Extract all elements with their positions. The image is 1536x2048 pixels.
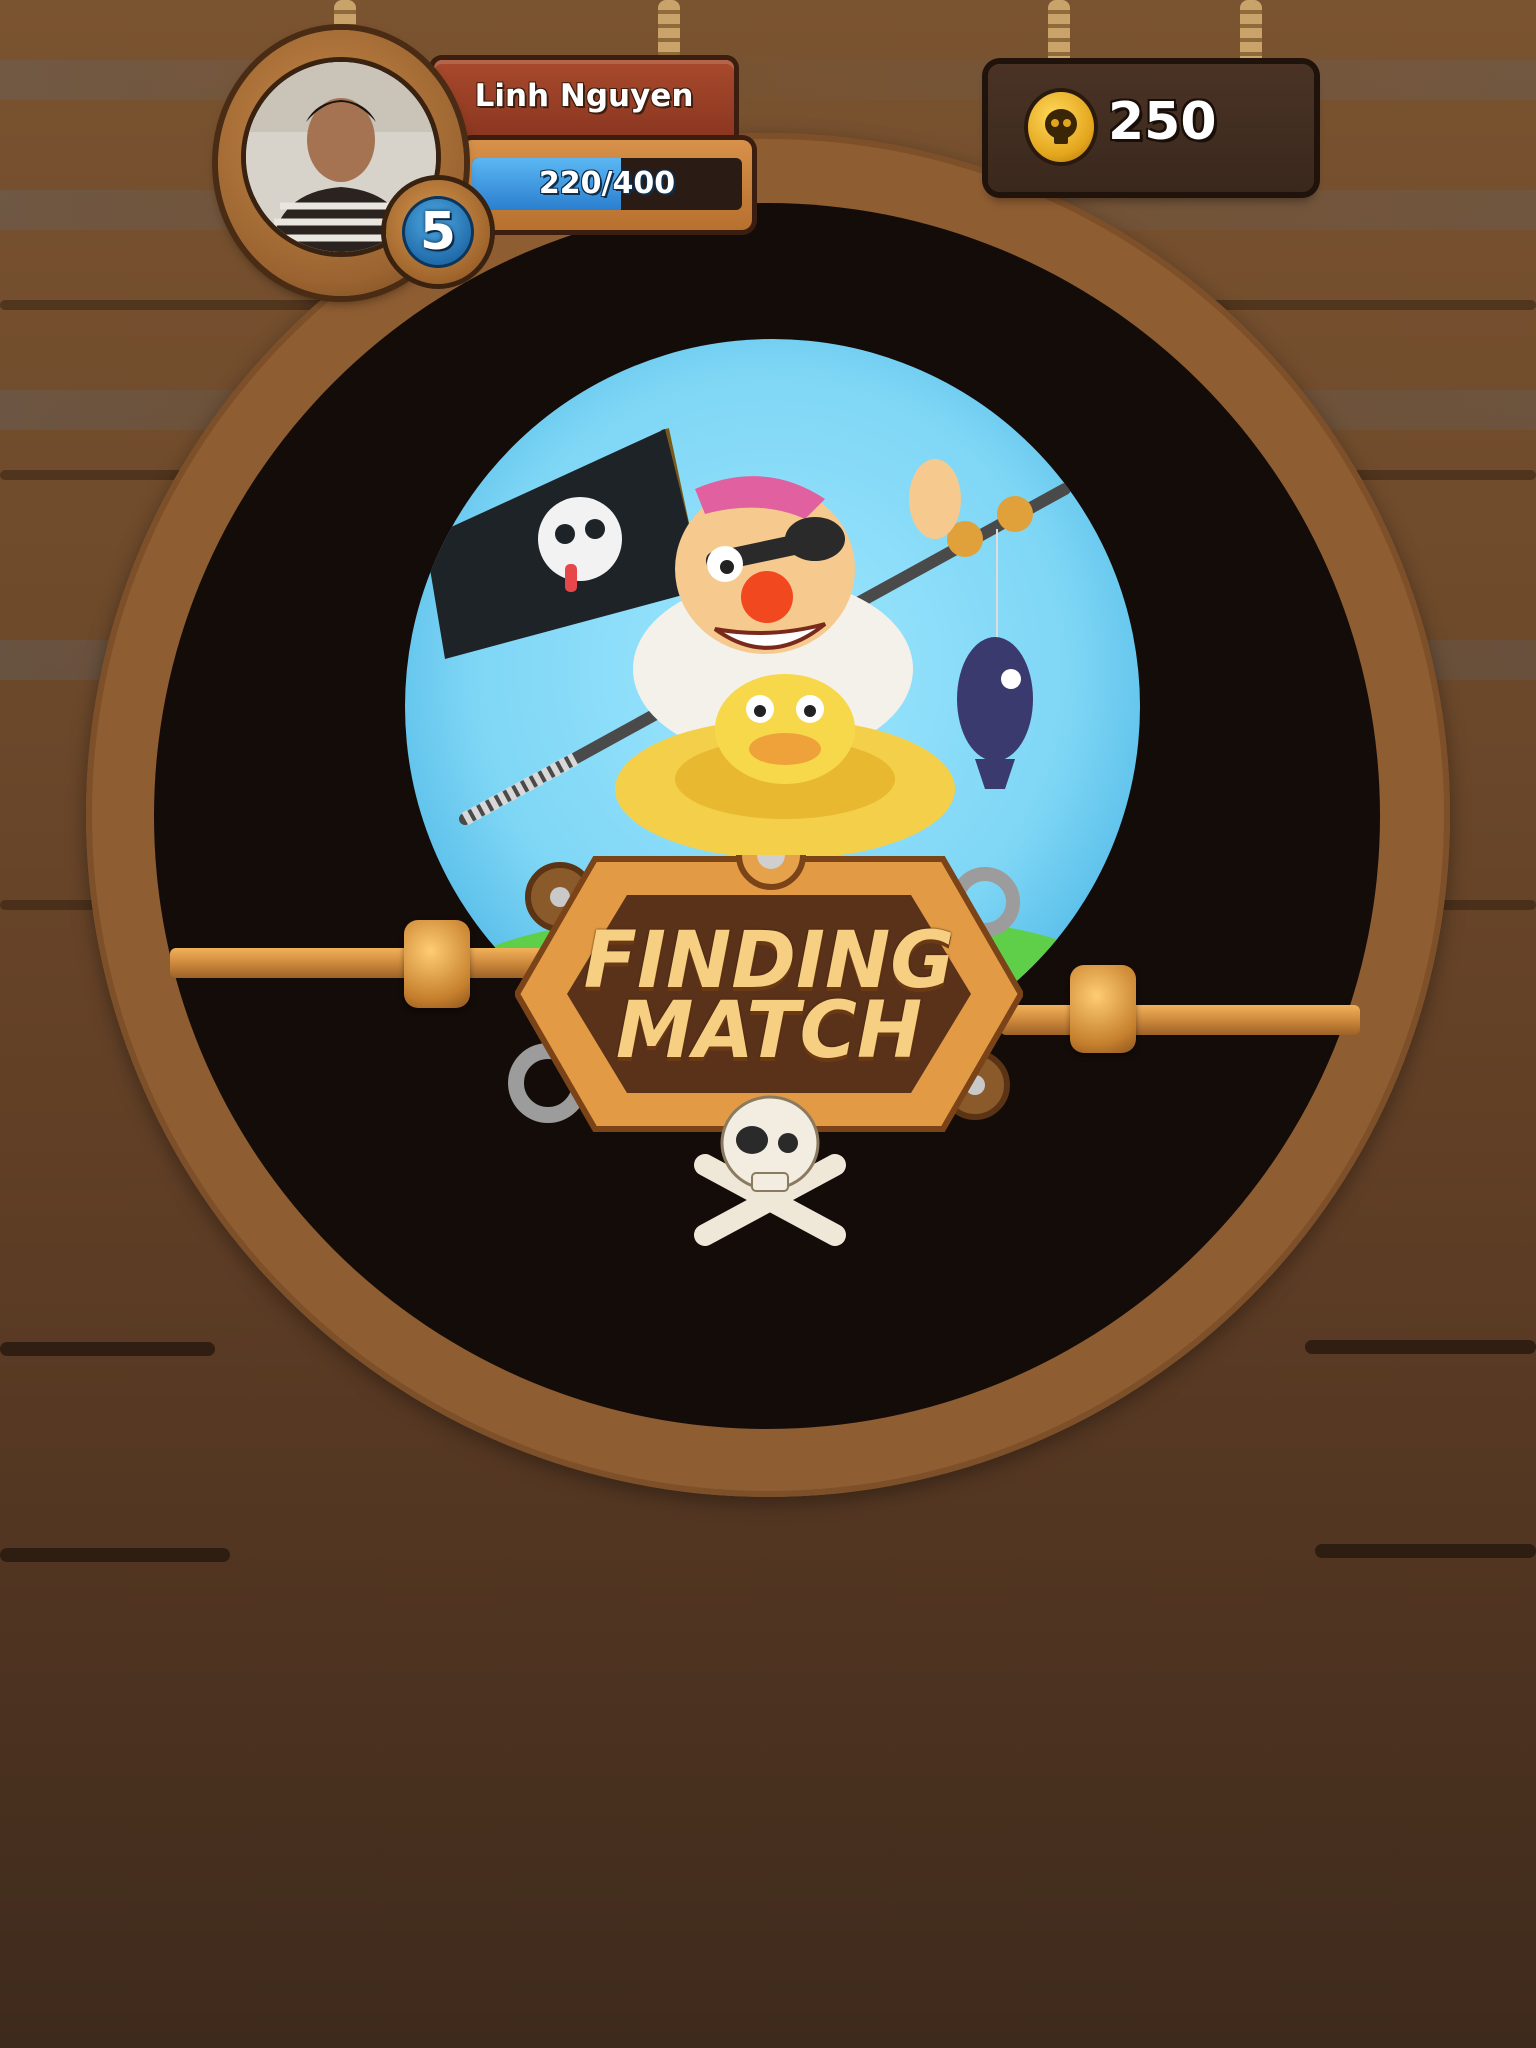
xp-track: 220/400	[472, 158, 742, 210]
skull-coin-icon	[1028, 92, 1094, 162]
status-line-2: MATCH	[615, 986, 923, 1076]
player-level: 5	[402, 196, 474, 268]
player-name-plate: Linh Nguyen	[434, 60, 734, 142]
coin-count: 250	[1108, 92, 1217, 152]
currency-panel[interactable]: 250	[988, 64, 1314, 192]
player-name: Linh Nguyen	[474, 78, 694, 114]
level-badge: 5	[386, 180, 490, 284]
xp-bar: 220/400	[462, 140, 752, 230]
skull-crossbones-icon	[694, 1095, 846, 1246]
xp-text: 220/400	[538, 166, 676, 201]
